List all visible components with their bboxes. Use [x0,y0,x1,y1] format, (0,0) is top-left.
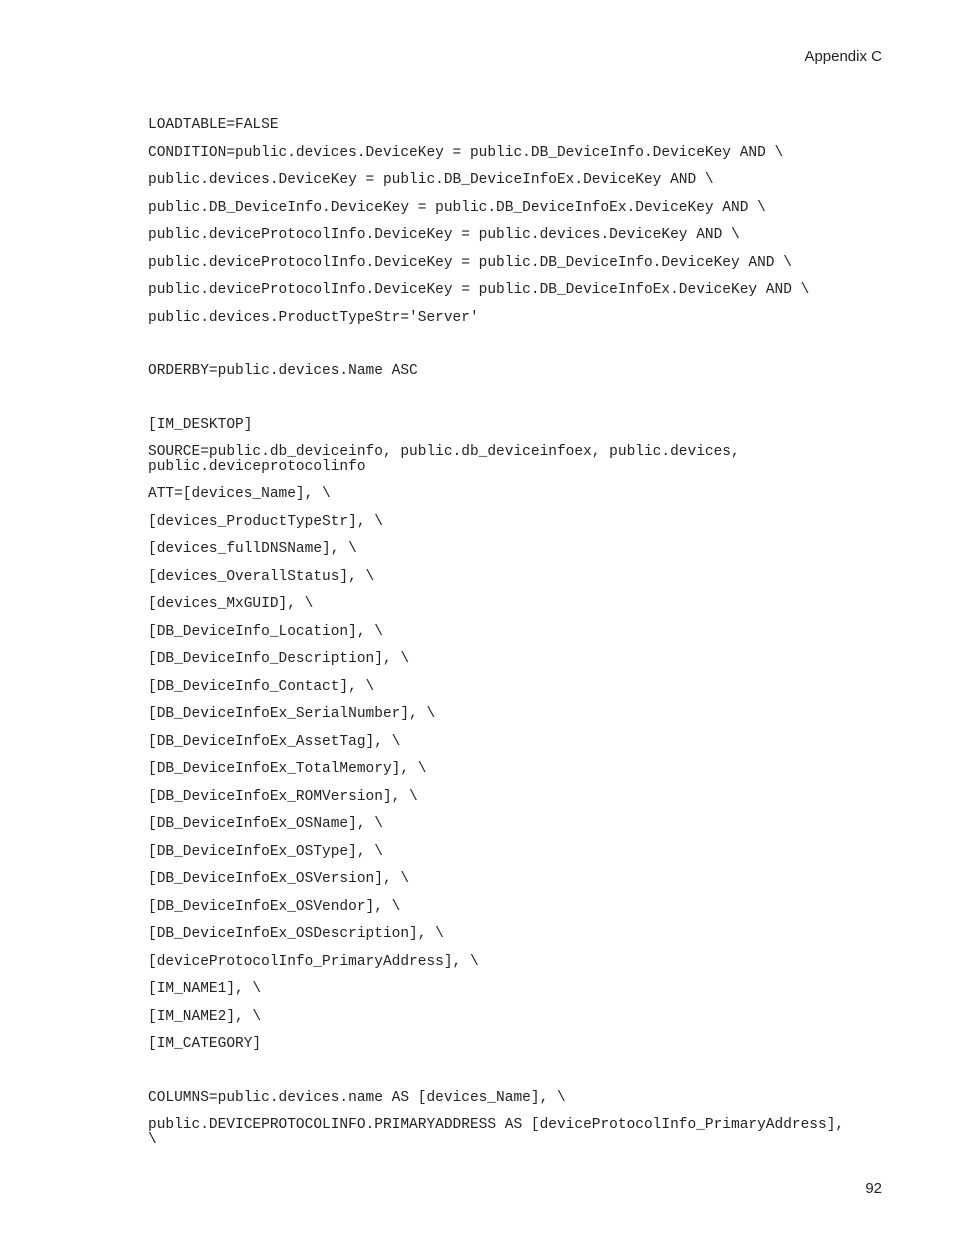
code-line: [DB_DeviceInfoEx_OSDescription], \ [148,927,848,942]
code-line: public.deviceProtocolInfo.DeviceKey = pu… [148,256,848,271]
code-line: ATT=[devices_Name], \ [148,487,848,502]
page: Appendix C LOADTABLE=FALSE CONDITION=publ… [0,0,954,1235]
code-line: [IM_NAME1], \ [148,982,848,997]
code-line: [DB_DeviceInfoEx_AssetTag], \ [148,735,848,750]
code-line: [devices_fullDNSName], \ [148,542,848,557]
code-line: CONDITION=public.devices.DeviceKey = pub… [148,146,848,161]
code-line: [DB_DeviceInfoEx_OSVersion], \ [148,872,848,887]
code-line: public.DEVICEPROTOCOLINFO.PRIMARYADDRESS… [148,1118,848,1147]
code-line: [DB_DeviceInfoEx_OSVendor], \ [148,900,848,915]
page-number: 92 [865,1180,882,1197]
code-line: [IM_NAME2], \ [148,1010,848,1025]
code-line: public.deviceProtocolInfo.DeviceKey = pu… [148,283,848,298]
code-line: [devices_OverallStatus], \ [148,570,848,585]
code-line: public.devices.DeviceKey = public.DB_Dev… [148,173,848,188]
code-line: ORDERBY=public.devices.Name ASC [148,364,848,379]
code-block: LOADTABLE=FALSE CONDITION=public.devices.… [148,118,848,1160]
code-line: [DB_DeviceInfoEx_OSName], \ [148,817,848,832]
code-line: [IM_DESKTOP] [148,418,848,433]
code-line: LOADTABLE=FALSE [148,118,848,133]
blank-line [148,338,848,364]
code-line: [DB_DeviceInfo_Contact], \ [148,680,848,695]
code-line: COLUMNS=public.devices.name AS [devices_… [148,1091,848,1106]
code-line: [DB_DeviceInfo_Location], \ [148,625,848,640]
code-line: public.DB_DeviceInfo.DeviceKey = public.… [148,201,848,216]
code-line: [IM_CATEGORY] [148,1037,848,1052]
blank-line [148,1065,848,1091]
code-line: SOURCE=public.db_deviceinfo, public.db_d… [148,445,848,474]
code-line: [DB_DeviceInfoEx_OSType], \ [148,845,848,860]
blank-line [148,392,848,418]
code-line: [DB_DeviceInfoEx_SerialNumber], \ [148,707,848,722]
code-line: [devices_MxGUID], \ [148,597,848,612]
code-line: [DB_DeviceInfoEx_ROMVersion], \ [148,790,848,805]
code-line: [DB_DeviceInfoEx_TotalMemory], \ [148,762,848,777]
code-line: [deviceProtocolInfo_PrimaryAddress], \ [148,955,848,970]
code-line: [DB_DeviceInfo_Description], \ [148,652,848,667]
header-appendix: Appendix C [804,48,882,65]
code-line: [devices_ProductTypeStr], \ [148,515,848,530]
code-line: public.devices.ProductTypeStr='Server' [148,311,848,326]
code-line: public.deviceProtocolInfo.DeviceKey = pu… [148,228,848,243]
